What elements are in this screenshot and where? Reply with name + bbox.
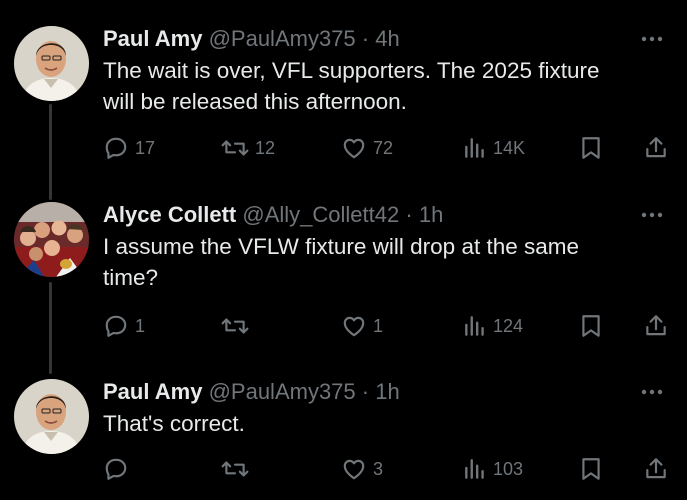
- share-button[interactable]: [643, 454, 669, 484]
- repost-count: 12: [255, 137, 276, 158]
- author-handle[interactable]: @Ally_Collett42: [242, 202, 399, 227]
- author-name[interactable]: Paul Amy: [103, 379, 202, 404]
- bookmark-icon: [582, 137, 600, 159]
- timestamp[interactable]: 1h: [375, 379, 399, 404]
- tweet-header: Paul Amy @PaulAmy375 · 4h: [103, 24, 675, 54]
- like-button[interactable]: 72: [341, 133, 393, 163]
- heart-icon: [343, 316, 365, 337]
- man-portrait-avatar-icon: [14, 26, 89, 101]
- like-count: 3: [373, 458, 384, 479]
- heart-icon: [343, 459, 365, 480]
- avatar[interactable]: [14, 379, 89, 454]
- repost-button[interactable]: [221, 454, 255, 484]
- like-count: 72: [373, 137, 394, 158]
- tweet-text-line: That's correct.: [103, 411, 245, 436]
- author-name[interactable]: Paul Amy: [103, 26, 202, 51]
- tweet-text-line: I assume the VFLW fixture will drop at t…: [103, 234, 580, 259]
- repost-icon: [221, 318, 249, 334]
- reply-count: 1: [135, 315, 146, 336]
- reply-button[interactable]: 17: [103, 133, 155, 163]
- separator-dot: ·: [405, 202, 413, 227]
- tweet-text-line: will be released this afternoon.: [103, 89, 407, 114]
- share-icon: [646, 315, 666, 336]
- views-button[interactable]: 124: [463, 311, 523, 341]
- tweet-text: That's correct.: [103, 408, 675, 439]
- reply-button[interactable]: [103, 454, 135, 484]
- tweet-text-line: time?: [103, 265, 159, 290]
- avatar[interactable]: [14, 202, 89, 277]
- share-icon: [646, 137, 666, 158]
- tweet-header: Paul Amy @PaulAmy375 · 1h: [103, 377, 675, 407]
- tweet-header: Alyce Collett @Ally_Collett42 · 1h: [103, 200, 675, 230]
- share-button[interactable]: [643, 311, 669, 341]
- reply-icon: [105, 458, 127, 480]
- reply-button[interactable]: 1: [103, 311, 145, 341]
- views-button[interactable]: 103: [463, 454, 523, 484]
- bookmark-button[interactable]: [579, 133, 603, 163]
- more-icon: [641, 212, 663, 218]
- action-bar: 3 103: [103, 454, 673, 484]
- bookmark-button[interactable]: [579, 454, 603, 484]
- tweet[interactable]: Paul Amy @PaulAmy375 · 1h That's correct…: [0, 377, 687, 492]
- more-icon: [641, 36, 663, 42]
- action-bar: 1 1 124: [103, 311, 673, 341]
- reply-count: 17: [135, 137, 156, 158]
- heart-icon: [343, 138, 365, 159]
- repost-button[interactable]: [221, 311, 255, 341]
- avatar[interactable]: [14, 26, 89, 101]
- action-bar: 17 12 72 14K: [103, 133, 673, 163]
- author-handle[interactable]: @PaulAmy375: [209, 379, 356, 404]
- view-count: 14K: [493, 137, 526, 158]
- tweet-text-line: The wait is over, VFL supporters. The 20…: [103, 58, 600, 83]
- tweet[interactable]: Alyce Collett @Ally_Collett42 · 1h I ass…: [0, 200, 687, 350]
- author-handle[interactable]: @PaulAmy375: [209, 26, 356, 51]
- view-count: 103: [493, 458, 524, 479]
- views-icon: [465, 138, 484, 158]
- more-options-button[interactable]: [637, 377, 667, 407]
- reply-icon: [105, 315, 127, 337]
- like-count: 1: [373, 315, 384, 336]
- repost-button[interactable]: 12: [221, 133, 275, 163]
- like-button[interactable]: 1: [341, 311, 383, 341]
- author-name[interactable]: Alyce Collett: [103, 202, 236, 227]
- repost-icon: [221, 140, 249, 156]
- share-button[interactable]: [643, 133, 669, 163]
- bookmark-icon: [582, 315, 600, 337]
- man-portrait-avatar-icon: [14, 379, 89, 454]
- more-icon: [641, 389, 663, 395]
- separator-dot: ·: [361, 26, 370, 51]
- views-icon: [465, 316, 484, 336]
- repost-icon: [221, 461, 249, 477]
- tweet-text: The wait is over, VFL supporters. The 20…: [103, 55, 675, 117]
- group-photo-avatar-icon: [14, 202, 89, 277]
- view-count: 124: [493, 315, 524, 336]
- separator-dot: ·: [361, 379, 370, 404]
- timestamp[interactable]: 1h: [419, 202, 443, 227]
- bookmark-icon: [582, 458, 600, 480]
- tweet[interactable]: Paul Amy @PaulAmy375 · 4h The wait is ov…: [0, 24, 687, 174]
- timestamp[interactable]: 4h: [375, 26, 399, 51]
- more-options-button[interactable]: [637, 200, 667, 230]
- like-button[interactable]: 3: [341, 454, 383, 484]
- more-options-button[interactable]: [637, 24, 667, 54]
- views-icon: [465, 459, 484, 479]
- tweet-text: I assume the VFLW fixture will drop at t…: [103, 231, 675, 293]
- reply-icon: [105, 137, 127, 159]
- views-button[interactable]: 14K: [463, 133, 525, 163]
- bookmark-button[interactable]: [579, 311, 603, 341]
- share-icon: [646, 458, 666, 479]
